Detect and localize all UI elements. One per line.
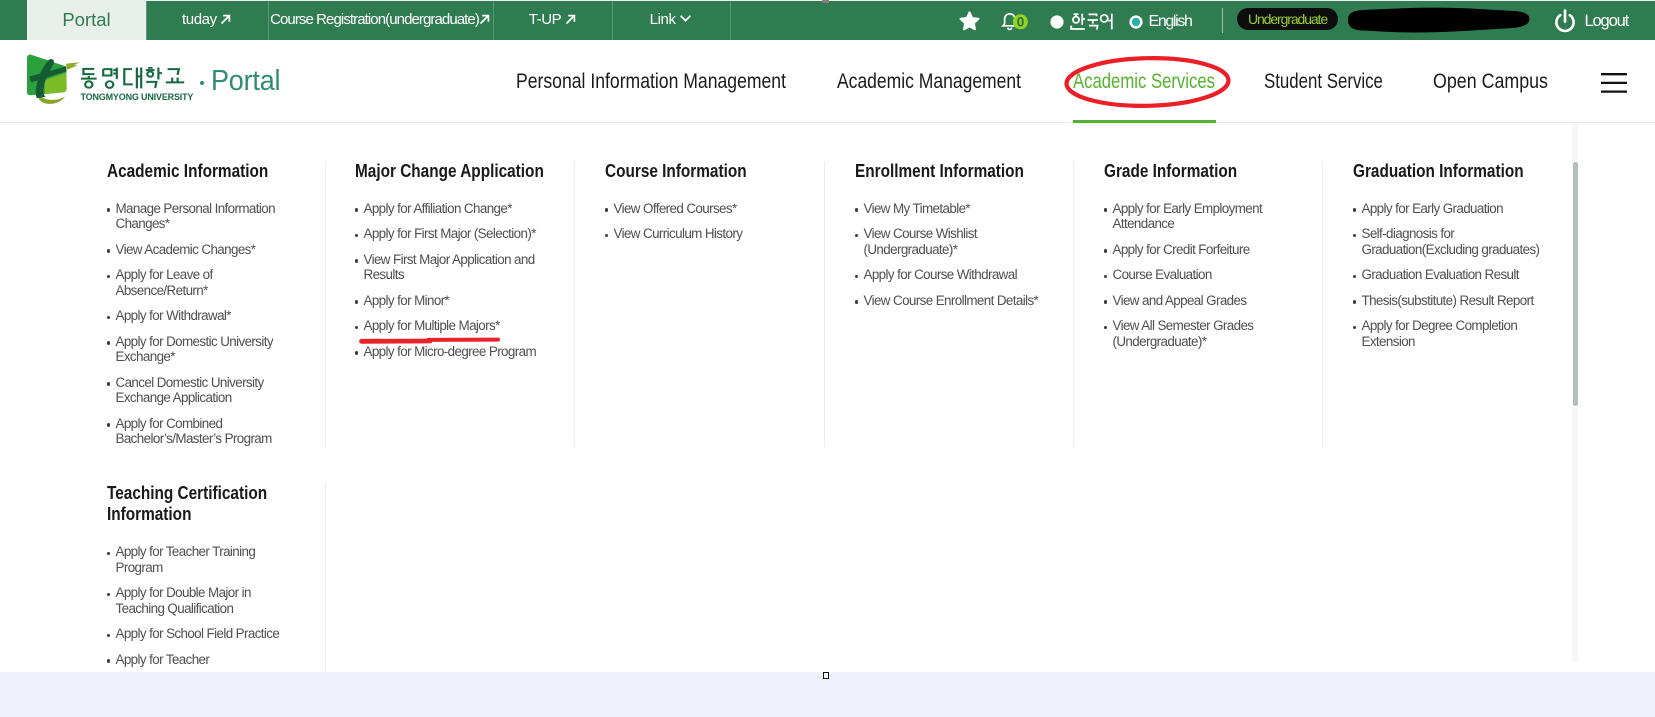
svg-text:0: 0 <box>1017 15 1025 30</box>
